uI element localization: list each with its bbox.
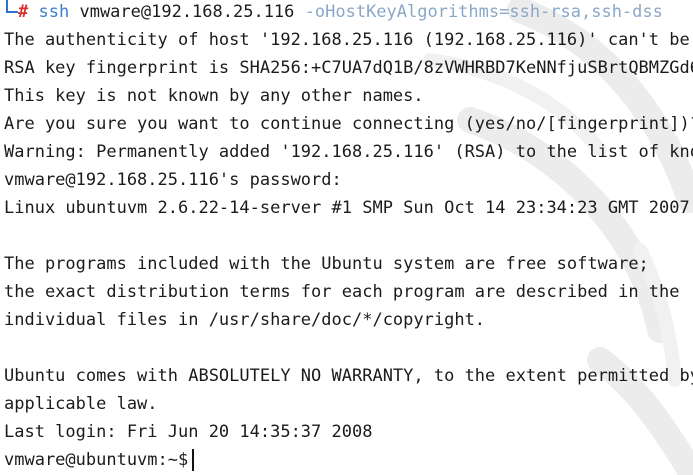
output-line: Are you sure you want to continue connec… [4,114,693,134]
shell-prompt-line[interactable]: vmware@ubuntuvm:~$ [4,446,693,474]
output-line: Ubuntu comes with ABSOLUTELY NO WARRANTY… [4,366,693,386]
output-line: Linux ubuntuvm 2.6.22-14-server #1 SMP S… [4,198,693,218]
text-cursor-icon [192,449,195,471]
output-line: Warning: Permanently added '192.168.25.1… [4,142,693,162]
output-line: applicable law. [4,394,158,414]
terminal-window[interactable]: # ssh vmware@192.168.25.116 -oHostKeyAlg… [0,0,693,475]
output-line: The authenticity of host '192.168.25.116… [4,30,690,50]
command-target: vmware@192.168.25.116 [79,2,295,22]
command-options: -oHostKeyAlgorithms=ssh-rsa,ssh-dss [304,2,663,22]
output-line: This key is not known by any other names… [4,86,424,106]
output-line: RSA key fingerprint is SHA256:+C7UA7dQ1B… [4,58,693,78]
prompt-tree-icon [4,0,18,26]
terminal-output: # ssh vmware@192.168.25.116 -oHostKeyAlg… [4,0,693,474]
output-line: Last login: Fri Jun 20 14:35:37 2008 [4,422,373,442]
output-line: The programs included with the Ubuntu sy… [4,254,649,274]
command-line: # ssh vmware@192.168.25.116 -oHostKeyAlg… [4,0,693,26]
shell-prompt: vmware@ubuntuvm:~$ [4,450,189,470]
output-line: the exact distribution terms for each pr… [4,282,680,302]
output-line: individual files in /usr/share/doc/*/cop… [4,310,486,330]
output-line: vmware@192.168.25.116's password: [4,170,342,190]
root-prompt-symbol: # [18,2,29,22]
command-name: ssh [38,2,70,22]
